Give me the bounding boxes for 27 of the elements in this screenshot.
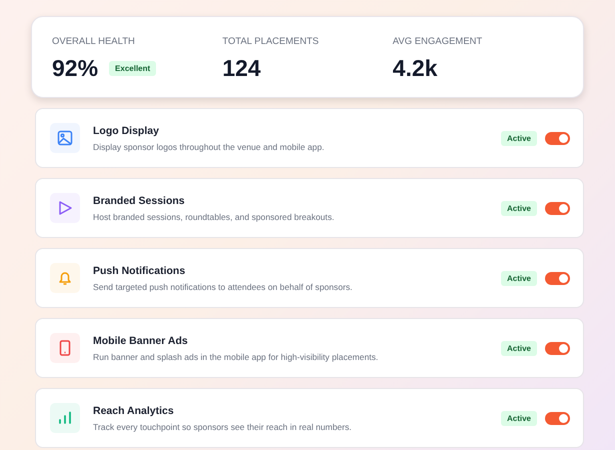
toggle-switch[interactable] — [545, 412, 570, 424]
toggle-switch[interactable] — [545, 342, 570, 354]
feature-description: Run banner and splash ads in the mobile app for high-visibility placements. — [93, 352, 380, 362]
feature-title: Logo Display — [93, 124, 160, 136]
feature-title: Push Notifications — [93, 264, 186, 276]
status-badge: Active — [500, 410, 537, 426]
feature-title: Branded Sessions — [93, 194, 186, 206]
feature-title: Reach Analytics — [93, 404, 175, 416]
status-badge: Active — [500, 200, 537, 216]
toggle-switch[interactable] — [545, 272, 570, 284]
stat-label: OVERALL HEALTH — [52, 36, 136, 47]
feature-description: Track every touchpoint so sponsors see their reach in real numbers. — [93, 422, 353, 432]
toggle-switch[interactable] — [545, 202, 570, 214]
toggle-switch[interactable] — [545, 132, 570, 144]
stat-label: TOTAL PLACEMENTS — [222, 36, 320, 47]
feature-description: Display sponsor logos throughout the venue and mobile app. — [93, 142, 326, 152]
stat-value: 124 — [222, 55, 261, 82]
stat-label: AVG ENGAGEMENT — [392, 36, 484, 47]
stat-value: 92% — [52, 55, 98, 82]
status-badge: Active — [500, 270, 537, 286]
feature-description: Host branded sessions, roundtables, and sponsored breakouts. — [93, 212, 336, 222]
status-badge: Active — [500, 130, 537, 146]
feature-description: Send targeted push notifications to attendees on behalf of sponsors. — [93, 282, 354, 292]
status-badge: Excellent — [109, 61, 156, 76]
status-badge: Active — [500, 340, 537, 356]
feature-title: Mobile Banner Ads — [93, 334, 189, 346]
stat-value: 4.2k — [392, 55, 438, 82]
